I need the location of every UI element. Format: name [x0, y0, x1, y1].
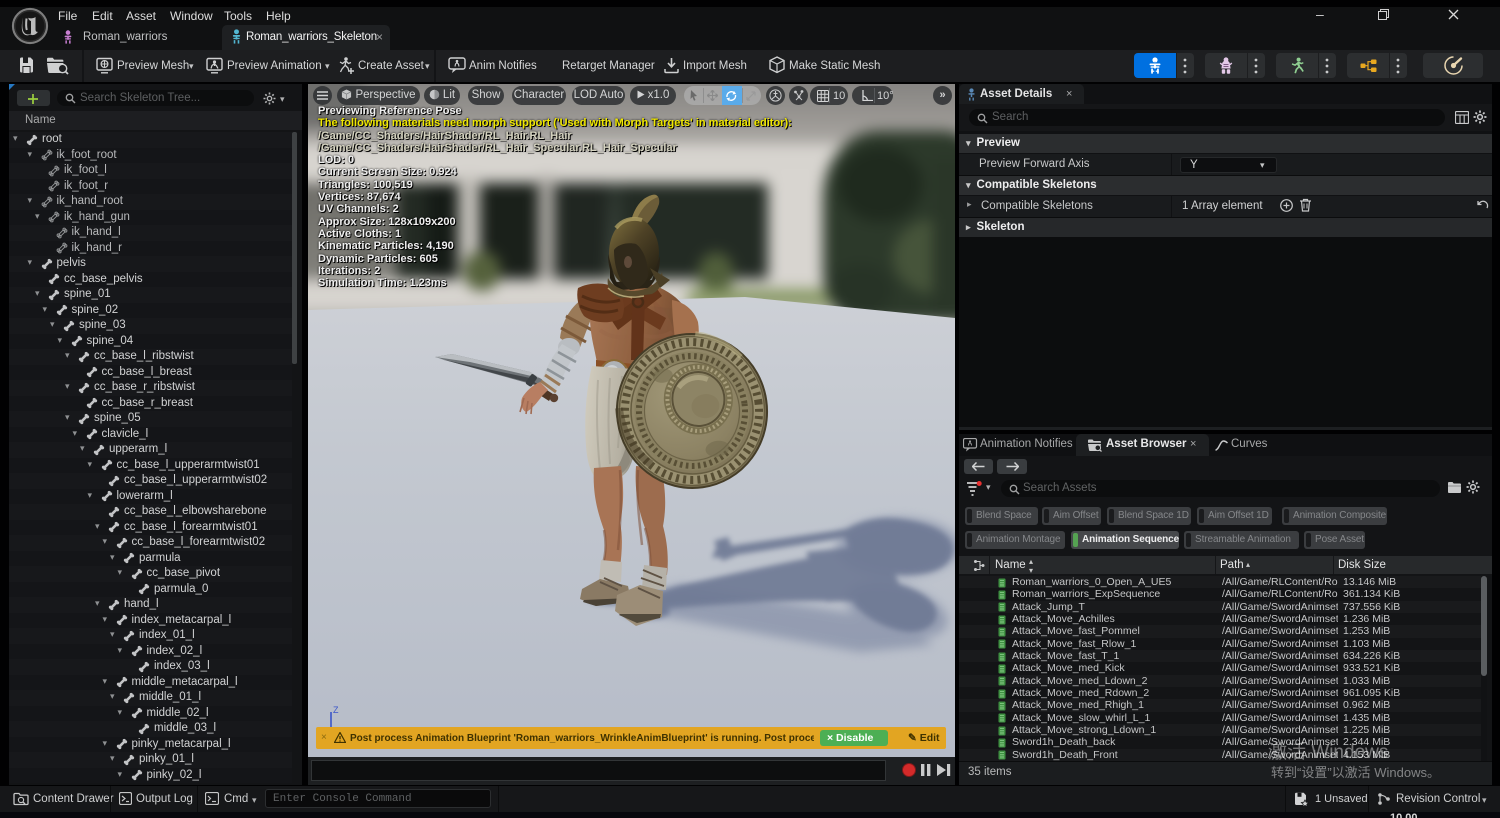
svg-text:Z: Z [333, 705, 339, 715]
